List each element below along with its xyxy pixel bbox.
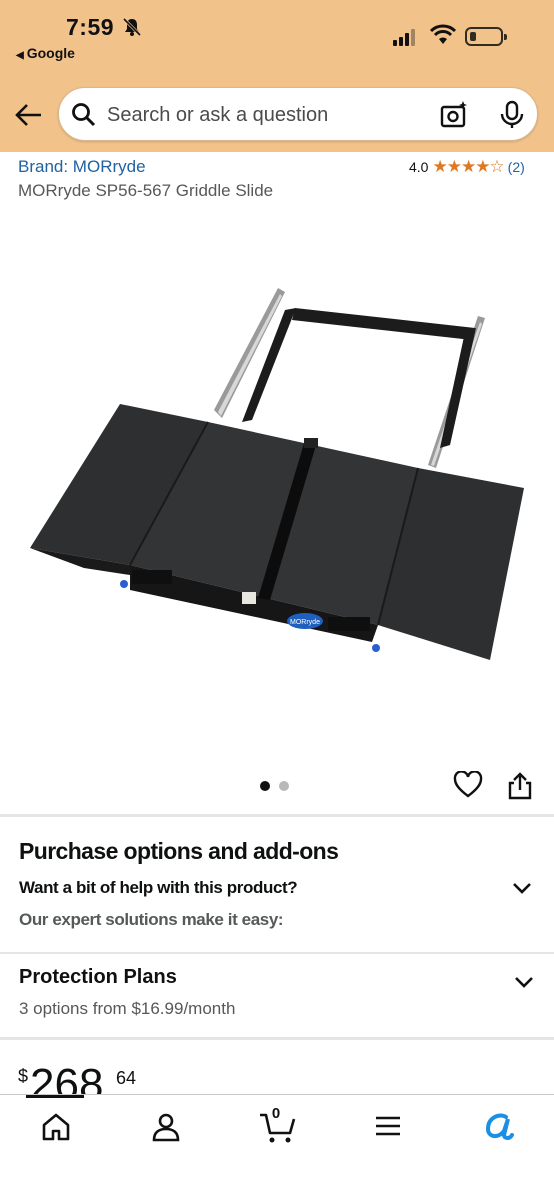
cart-icon	[260, 1113, 296, 1143]
camera-search-icon[interactable]	[439, 100, 469, 130]
chevron-down-icon[interactable]	[511, 881, 533, 895]
active-tab-indicator	[26, 1095, 84, 1098]
price-whole: 268	[30, 1060, 104, 1098]
bottom-nav: 0	[0, 1094, 554, 1200]
price-symbol: $	[18, 1066, 29, 1086]
status-time: 7:59	[66, 14, 115, 40]
heart-icon[interactable]	[453, 771, 483, 799]
brand-link[interactable]: Brand: MORryde	[18, 157, 146, 177]
carousel-dot[interactable]	[279, 781, 289, 791]
protection-plans-heading[interactable]: Protection Plans	[19, 966, 177, 989]
chevron-down-icon[interactable]	[513, 975, 535, 989]
account-icon[interactable]	[150, 1111, 182, 1143]
section-divider	[0, 814, 554, 817]
app-header: 7:59 ◀ Google Search or ask a question	[0, 0, 554, 152]
microphone-icon[interactable]	[499, 100, 525, 130]
product-image[interactable]: MORryde	[20, 270, 540, 670]
cart-button[interactable]: 0	[258, 1105, 298, 1145]
cellular-signal-icon	[393, 26, 419, 46]
back-app-label: Google	[26, 45, 75, 61]
help-answer: Our expert solutions make it easy:	[19, 910, 284, 929]
wifi-icon	[430, 24, 456, 44]
price: $ 268 64	[18, 1058, 178, 1098]
battery-icon	[465, 27, 507, 46]
search-input[interactable]: Search or ask a question	[107, 104, 328, 127]
search-bar[interactable]: Search or ask a question	[58, 87, 538, 141]
image-carousel-dots[interactable]	[260, 781, 289, 791]
back-to-app[interactable]: ◀ Google	[16, 45, 75, 61]
price-fraction: 64	[116, 1068, 137, 1088]
protection-plans-subtitle: 3 options from $16.99/month	[19, 999, 236, 1018]
back-arrow-icon[interactable]	[14, 100, 44, 130]
bell-muted-icon	[122, 17, 142, 37]
section-divider	[0, 952, 554, 954]
section-divider	[0, 1037, 554, 1040]
image-logo: MORryde	[290, 619, 320, 626]
rating[interactable]: 4.0 ★★★★☆ (2)	[409, 157, 525, 177]
review-count[interactable]: (2)	[508, 159, 525, 175]
home-icon[interactable]	[40, 1111, 72, 1143]
share-icon[interactable]	[506, 771, 534, 801]
rufus-assistant-icon[interactable]	[482, 1111, 514, 1143]
purchase-options-heading: Purchase options and add-ons	[19, 838, 339, 864]
carousel-dot-active[interactable]	[260, 781, 270, 791]
rating-stars: ★★★★☆	[432, 157, 504, 176]
menu-icon[interactable]	[374, 1111, 402, 1141]
product-title: MORryde SP56-567 Griddle Slide	[18, 181, 274, 200]
search-icon	[72, 103, 96, 127]
help-question[interactable]: Want a bit of help with this product?	[19, 878, 298, 898]
rating-value: 4.0	[409, 159, 429, 175]
